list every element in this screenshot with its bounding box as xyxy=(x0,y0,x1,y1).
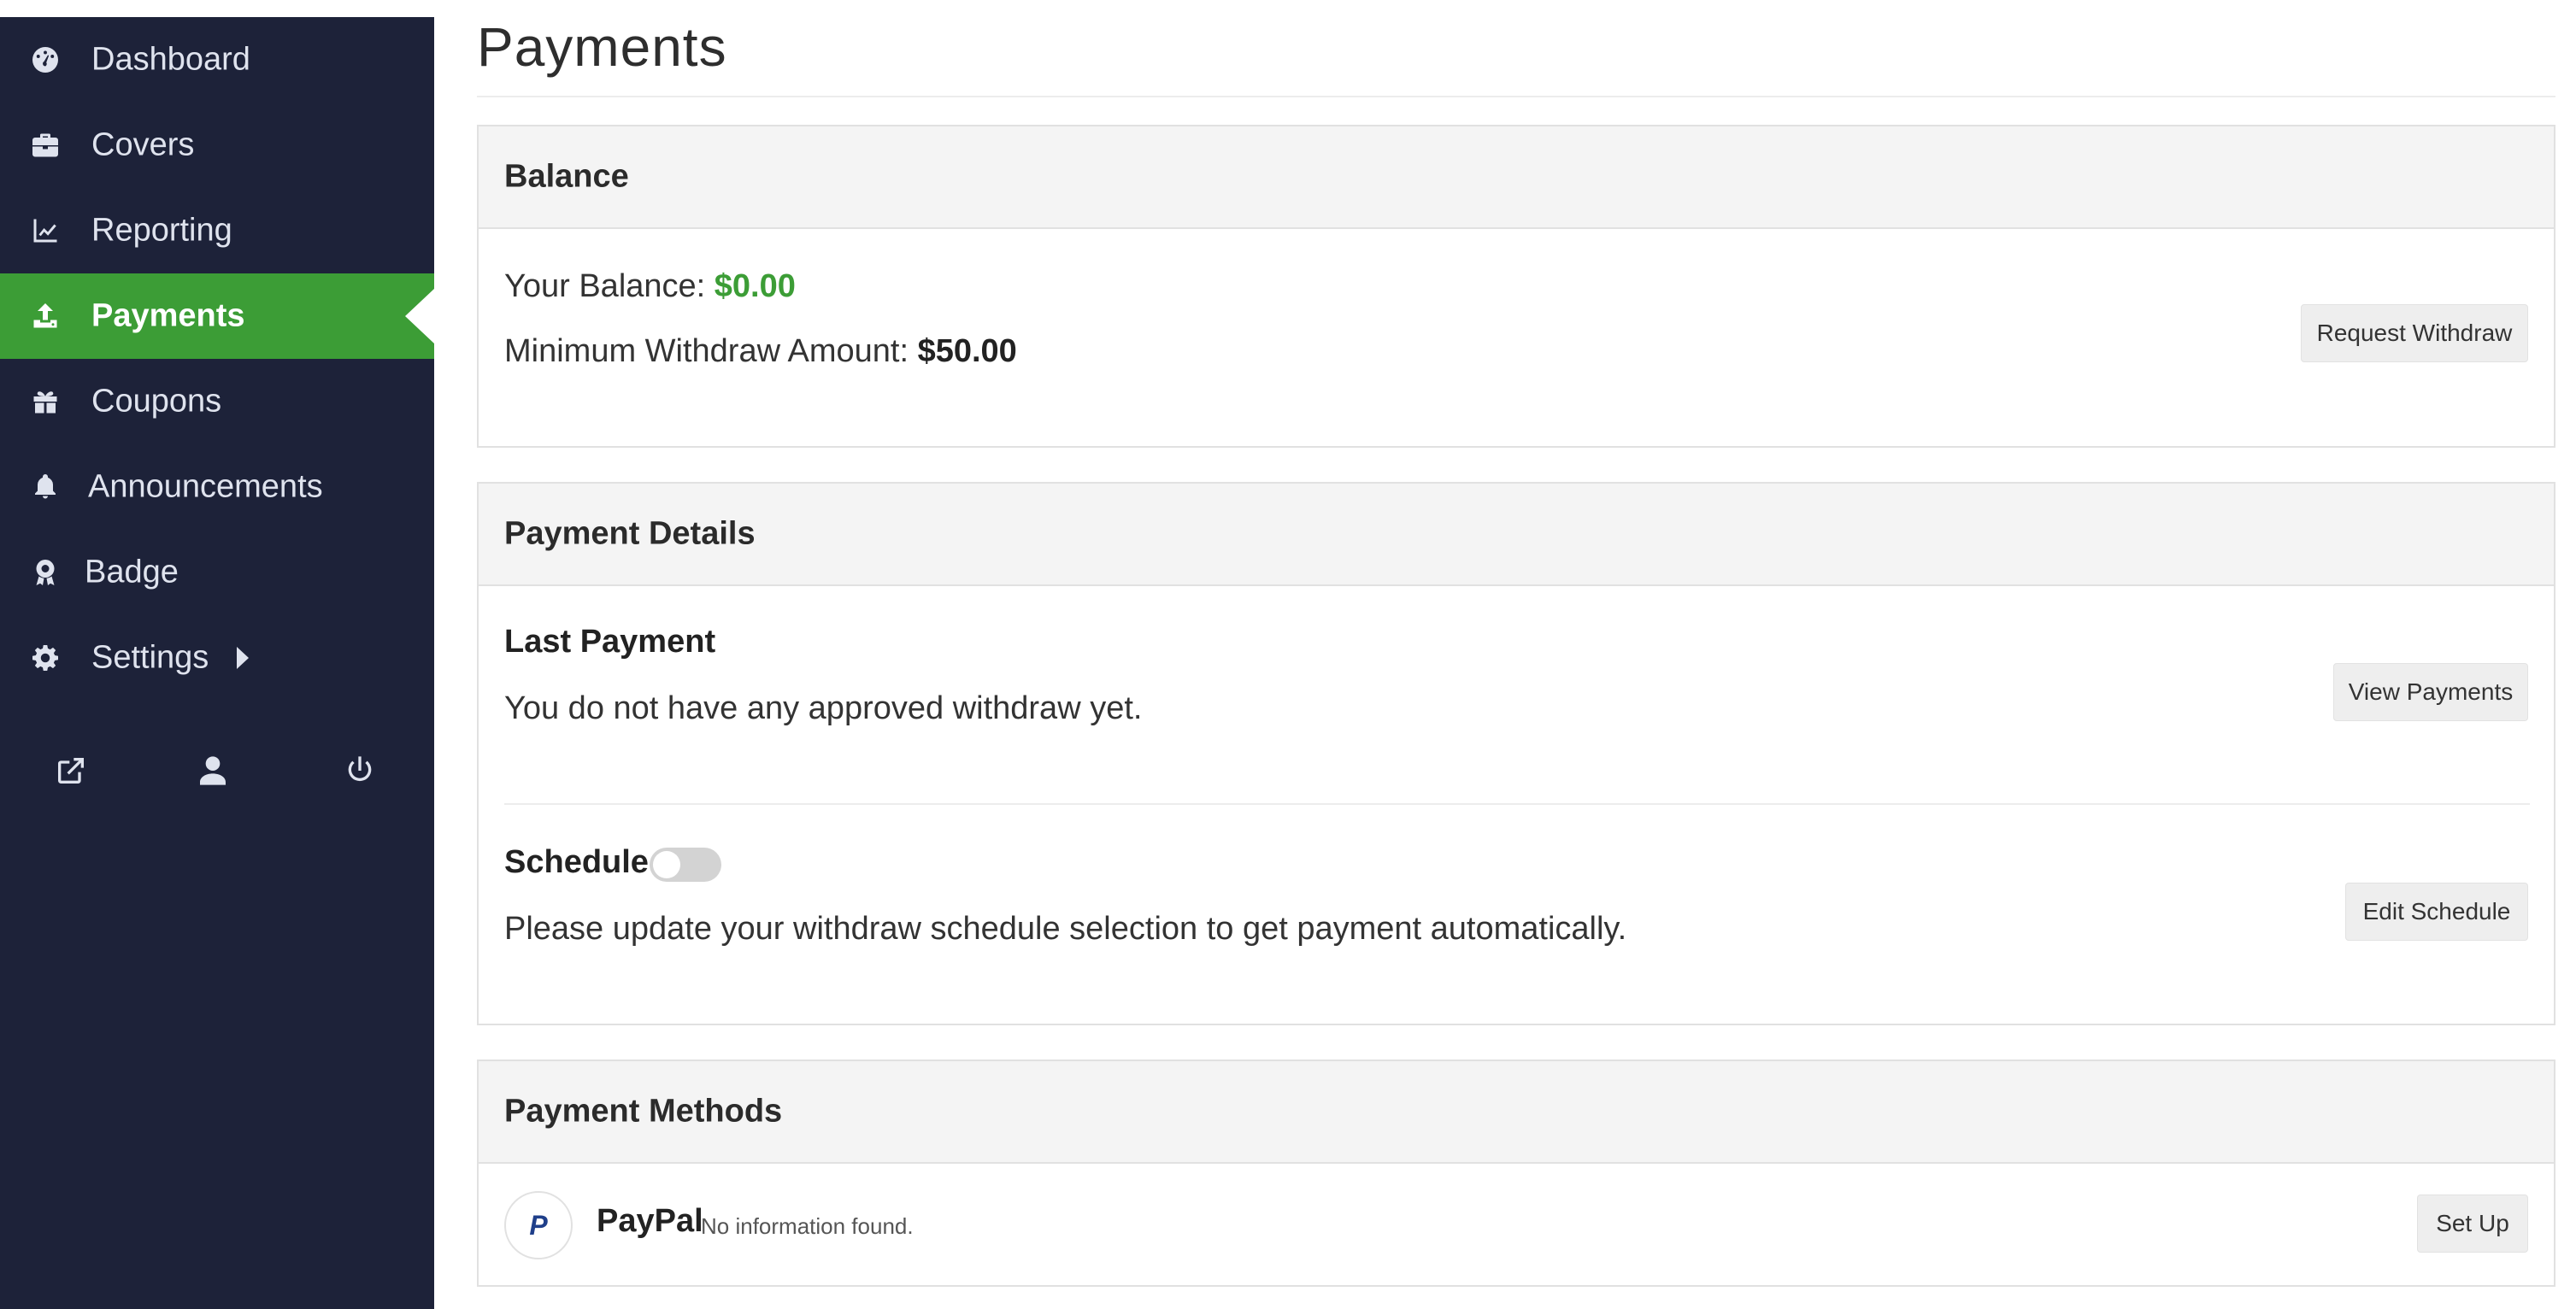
schedule-toggle[interactable] xyxy=(650,848,721,882)
sidebar-item-settings[interactable]: Settings xyxy=(0,615,434,701)
sidebar-item-label: Settings xyxy=(91,639,209,676)
balance-value: $0.00 xyxy=(714,268,796,304)
payment-details-card: Payment Details Last Payment You do not … xyxy=(477,482,2555,1025)
view-payments-button[interactable]: View Payments xyxy=(2333,663,2528,721)
last-payment-text: You do not have any approved withdraw ye… xyxy=(504,690,1143,726)
gift-icon xyxy=(29,385,62,418)
sidebar-item-payments[interactable]: Payments xyxy=(0,273,434,359)
gear-icon xyxy=(29,642,62,674)
sidebar-item-label: Reporting xyxy=(91,212,232,249)
payment-method-name: PayPal xyxy=(597,1203,703,1239)
edit-schedule-button[interactable]: Edit Schedule xyxy=(2345,883,2528,941)
sidebar-item-label: Announcements xyxy=(88,468,323,505)
balance-label: Your Balance: xyxy=(504,268,706,304)
payment-methods-header: Payment Methods xyxy=(479,1061,2554,1164)
payment-methods-card: Payment Methods P PayPal No information … xyxy=(477,1060,2555,1287)
title-divider xyxy=(477,96,2555,97)
schedule-title: Schedule xyxy=(504,844,649,880)
balance-line: Your Balance: $0.00 xyxy=(504,268,796,305)
power-icon[interactable] xyxy=(341,752,379,790)
schedule-text: Please update your withdraw schedule sel… xyxy=(504,911,1627,947)
active-indicator xyxy=(405,289,434,343)
card-title: Payment Details xyxy=(504,515,756,552)
sidebar-item-reporting[interactable]: Reporting xyxy=(0,188,434,273)
request-withdraw-button[interactable]: Request Withdraw xyxy=(2301,304,2528,362)
upload-icon xyxy=(29,300,62,332)
user-icon[interactable] xyxy=(194,752,232,790)
sidebar-item-dashboard[interactable]: Dashboard xyxy=(0,17,434,103)
sidebar-item-coupons[interactable]: Coupons xyxy=(0,359,434,444)
external-link-icon[interactable] xyxy=(52,752,90,790)
sidebar-footer-icons xyxy=(0,752,434,803)
balance-card: Balance Your Balance: $0.00 Minimum With… xyxy=(477,125,2555,448)
minimum-withdraw-label: Minimum Withdraw Amount: xyxy=(504,333,909,369)
line-chart-icon xyxy=(29,214,62,247)
sidebar-item-label: Badge xyxy=(85,554,179,590)
balance-card-header: Balance xyxy=(479,126,2554,229)
last-payment-title: Last Payment xyxy=(504,624,716,660)
set-up-button[interactable]: Set Up xyxy=(2417,1195,2528,1253)
minimum-withdraw-line: Minimum Withdraw Amount: $50.00 xyxy=(504,333,1017,370)
bell-icon xyxy=(29,471,62,503)
page-title: Payments xyxy=(477,16,727,78)
sidebar-item-label: Dashboard xyxy=(91,41,250,78)
sidebar-item-label: Coupons xyxy=(91,383,222,420)
sidebar-item-covers[interactable]: Covers xyxy=(0,103,434,188)
sidebar-item-badge[interactable]: Badge xyxy=(0,530,434,615)
sidebar: Dashboard Covers Reporting Payments Coup… xyxy=(0,17,434,1309)
payment-details-header: Payment Details xyxy=(479,484,2554,586)
section-divider xyxy=(504,803,2530,805)
chevron-right-icon xyxy=(237,647,249,669)
paypal-logo-icon: P xyxy=(504,1191,573,1259)
card-title: Balance xyxy=(504,158,629,195)
sidebar-item-label: Covers xyxy=(91,126,195,163)
briefcase-icon xyxy=(29,129,62,161)
award-icon xyxy=(29,556,62,589)
minimum-withdraw-value: $50.00 xyxy=(917,333,1017,369)
card-title: Payment Methods xyxy=(504,1093,783,1130)
dashboard-icon xyxy=(29,44,62,76)
sidebar-item-label: Payments xyxy=(91,297,245,334)
payment-method-status: No information found. xyxy=(701,1213,914,1239)
sidebar-item-announcements[interactable]: Announcements xyxy=(0,444,434,530)
toggle-knob xyxy=(653,851,680,878)
